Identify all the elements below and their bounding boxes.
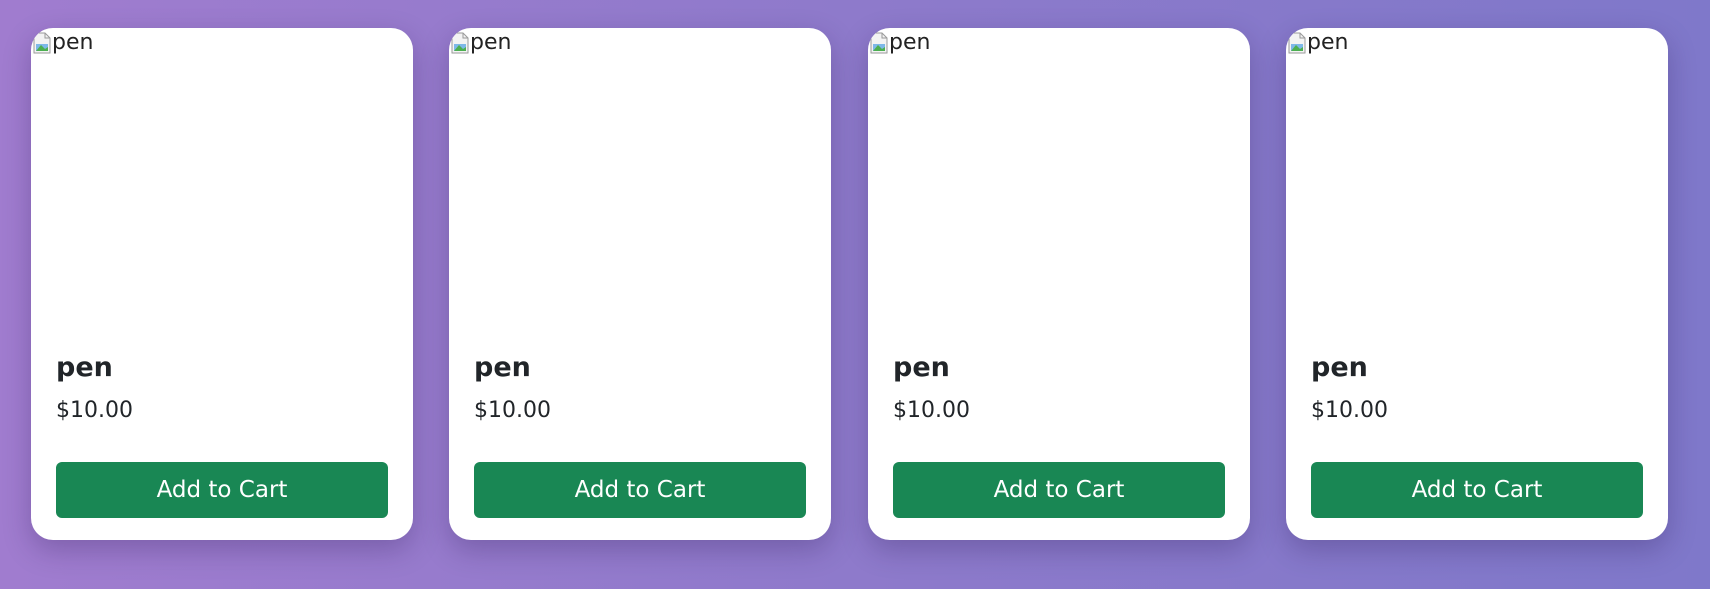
product-price: $10.00 <box>893 398 970 423</box>
product-image[interactable]: pen <box>31 28 413 328</box>
add-to-cart-button[interactable]: Add to Cart <box>56 462 388 518</box>
add-to-cart-button[interactable]: Add to Cart <box>893 462 1225 518</box>
product-title: pen <box>474 352 531 383</box>
product-title: pen <box>1311 352 1368 383</box>
product-image[interactable]: pen <box>1286 28 1668 328</box>
add-to-cart-button[interactable]: Add to Cart <box>474 462 806 518</box>
product-grid: pen pen $10.00 Add to Cart pen pen $10.0… <box>0 0 1710 589</box>
product-image[interactable]: pen <box>868 28 1250 328</box>
product-card: pen pen $10.00 Add to Cart <box>868 28 1250 540</box>
product-card: pen pen $10.00 Add to Cart <box>1286 28 1668 540</box>
product-title: pen <box>893 352 950 383</box>
product-image-alt: pen <box>889 30 931 55</box>
broken-image-icon <box>451 32 469 54</box>
product-card: pen pen $10.00 Add to Cart <box>31 28 413 540</box>
product-title: pen <box>56 352 113 383</box>
product-image-alt: pen <box>1307 30 1349 55</box>
add-to-cart-button[interactable]: Add to Cart <box>1311 462 1643 518</box>
product-image-alt: pen <box>52 30 94 55</box>
broken-image-icon <box>1288 32 1306 54</box>
product-price: $10.00 <box>474 398 551 423</box>
product-card: pen pen $10.00 Add to Cart <box>449 28 831 540</box>
broken-image-icon <box>33 32 51 54</box>
broken-image-icon <box>870 32 888 54</box>
product-price: $10.00 <box>1311 398 1388 423</box>
product-image-alt: pen <box>470 30 512 55</box>
product-image[interactable]: pen <box>449 28 831 328</box>
product-price: $10.00 <box>56 398 133 423</box>
